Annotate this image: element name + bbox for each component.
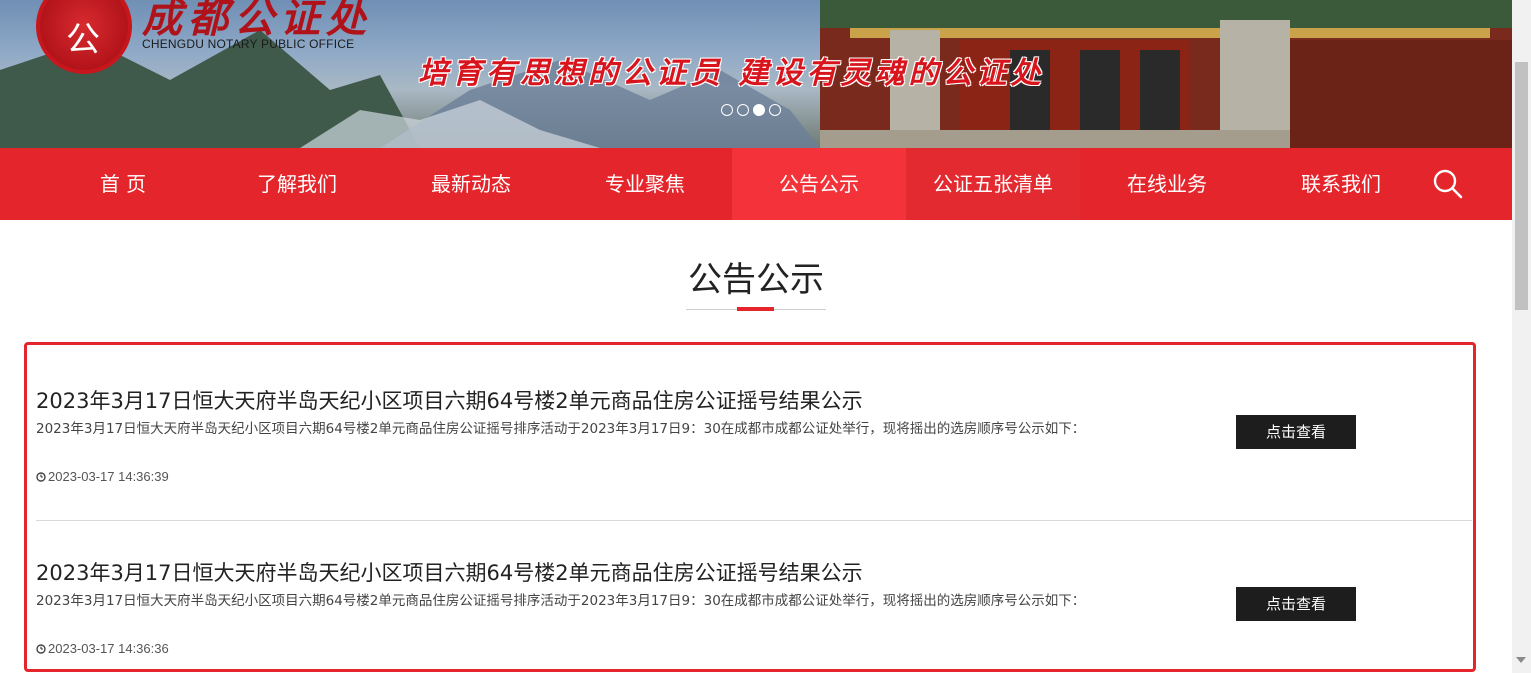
carousel-dot-1[interactable] [721, 104, 733, 116]
view-button[interactable]: 点击查看 [1236, 587, 1356, 621]
carousel-dots [721, 104, 781, 116]
scrollbar-thumb[interactable] [1515, 62, 1528, 310]
announcement-time: 2023-03-17 14:36:39 [36, 469, 169, 484]
page-title: 公告公示 [688, 260, 824, 300]
announcement-summary: 2023年3月17日恒大天府半岛天纪小区项目六期64号楼2单元商品住房公证摇号排… [36, 421, 1086, 437]
nav-item-five-lists[interactable]: 公证五张清单 [906, 148, 1080, 220]
carousel-dot-3[interactable] [753, 104, 765, 116]
carousel-dot-4[interactable] [769, 104, 781, 116]
scroll-down-arrow-icon[interactable] [1516, 657, 1526, 663]
announcement-summary: 2023年3月17日恒大天府半岛天纪小区项目六期64号楼2单元商品住房公证摇号排… [36, 593, 1086, 609]
nav-item-online[interactable]: 在线业务 [1080, 148, 1254, 220]
clock-icon [36, 471, 46, 482]
page: 公 成都公证处 CHENGDU NOTARY PUBLIC OFFICE 培育有… [0, 0, 1531, 673]
announcement-title[interactable]: 2023年3月17日恒大天府半岛天纪小区项目六期64号楼2单元商品住房公证摇号结… [36, 385, 863, 415]
banner-slogan: 培育有思想的公证员 建设有灵魂的公证处 [418, 56, 1045, 91]
list-divider [36, 520, 1472, 521]
clock-icon [36, 643, 46, 654]
announcement-time-text: 2023-03-17 14:36:39 [48, 469, 169, 484]
nav-item-contact[interactable]: 联系我们 [1254, 148, 1428, 220]
view-button[interactable]: 点击查看 [1236, 415, 1356, 449]
announcement-title[interactable]: 2023年3月17日恒大天府半岛天纪小区项目六期64号楼2单元商品住房公证摇号结… [36, 557, 863, 587]
main-nav: 首 页 了解我们 最新动态 专业聚焦 公告公示 公证五张清单 在线业务 联系我们 [0, 148, 1512, 220]
nav-item-news[interactable]: 最新动态 [384, 148, 558, 220]
header-banner: 公 成都公证处 CHENGDU NOTARY PUBLIC OFFICE 培育有… [0, 0, 1512, 148]
nav-item-announcements[interactable]: 公告公示 [732, 148, 906, 220]
announcement-list: 2023年3月17日恒大天府半岛天纪小区项目六期64号楼2单元商品住房公证摇号结… [24, 342, 1476, 672]
carousel-dot-2[interactable] [737, 104, 749, 116]
title-accent-bar [737, 307, 774, 311]
nav-item-focus[interactable]: 专业聚焦 [558, 148, 732, 220]
nav-item-home[interactable]: 首 页 [36, 148, 210, 220]
nav-item-about[interactable]: 了解我们 [210, 148, 384, 220]
logo-subtitle: CHENGDU NOTARY PUBLIC OFFICE [142, 37, 355, 51]
announcement-time-text: 2023-03-17 14:36:36 [48, 641, 169, 656]
announcement-time: 2023-03-17 14:36:36 [36, 641, 169, 656]
search-icon[interactable] [1428, 164, 1468, 204]
